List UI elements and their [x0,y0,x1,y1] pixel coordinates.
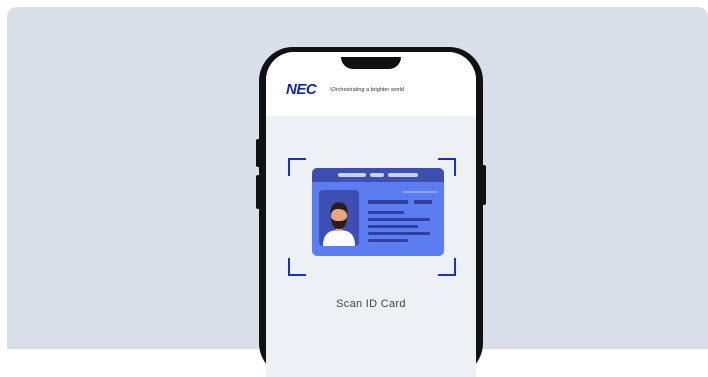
card-text-line [368,200,408,204]
scan-frame-corner-icon [288,258,306,276]
scan-frame-corner-icon [288,158,306,176]
avatar-icon [319,190,359,246]
phone-screen: NEC \Orchestrating a brighter world Scan… [266,52,476,377]
scan-frame-corner-icon [438,258,456,276]
card-text-line [368,239,408,242]
card-header-pill [388,173,418,177]
card-text-line [368,232,430,235]
card-header-pill [370,173,384,177]
card-text-line [368,211,404,214]
brand-tagline: \Orchestrating a brighter world [330,87,404,93]
id-card-icon [312,168,444,256]
phone-side-button [256,175,260,209]
nec-logo: NEC [286,81,317,98]
card-text-line [414,200,432,204]
person-icon [323,202,355,246]
card-text-line [368,225,418,228]
phone-power-button [482,165,486,205]
card-text-line [402,191,438,193]
background-panel: NEC \Orchestrating a brighter world Scan… [7,7,708,377]
scan-frame[interactable] [288,158,456,276]
card-text-line [368,218,430,221]
card-header-pill [338,173,366,177]
phone-notch [341,57,401,69]
id-card-header-strip [312,168,444,182]
phone-mockup: NEC \Orchestrating a brighter world Scan… [256,47,486,377]
phone-side-button [256,139,260,167]
scan-id-label: Scan ID Card [336,298,406,310]
